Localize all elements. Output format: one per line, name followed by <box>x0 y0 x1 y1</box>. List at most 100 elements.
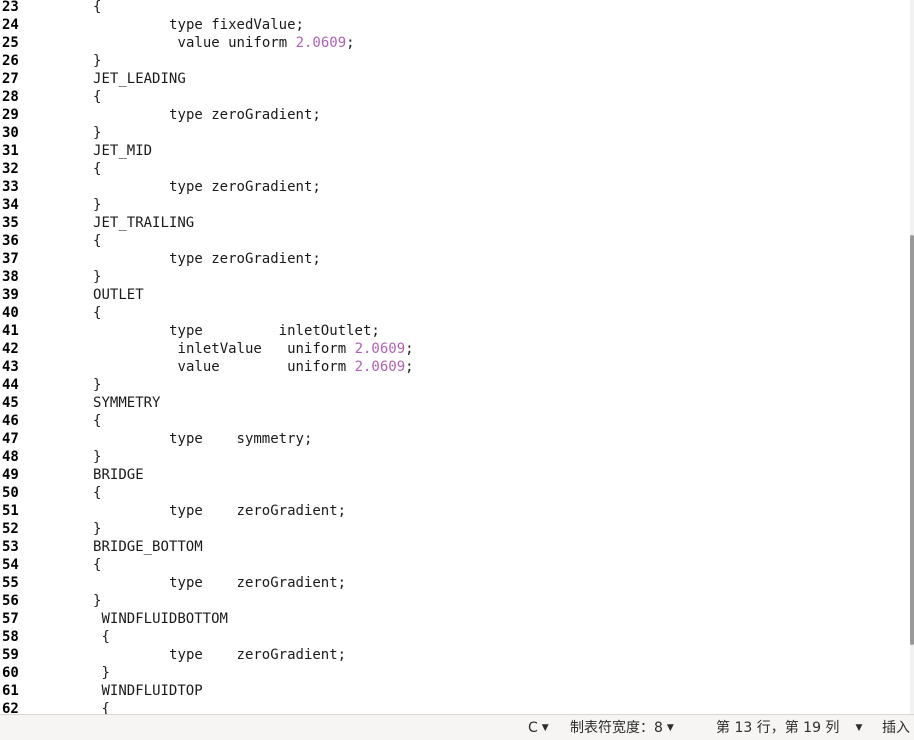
code-line[interactable]: 54 { <box>0 556 910 574</box>
line-number: 61 <box>2 683 19 699</box>
code-token: value uniform <box>177 359 355 375</box>
code-token: { <box>101 701 110 714</box>
code-line[interactable]: 23 { <box>0 0 910 16</box>
code-line[interactable]: 48} <box>0 448 910 466</box>
code-line[interactable]: 28 { <box>0 88 910 106</box>
code-line[interactable]: 55 type zeroGradient; <box>0 574 910 592</box>
code-token: } <box>93 197 102 213</box>
code-token: ; <box>405 359 414 375</box>
code-line[interactable]: 59 type zeroGradient; <box>0 646 910 664</box>
line-number: 44 <box>2 377 19 393</box>
code-text: } <box>93 520 101 538</box>
line-number: 42 <box>2 341 19 357</box>
code-line[interactable]: 27 JET_LEADING <box>0 70 910 88</box>
line-number: 28 <box>2 89 19 105</box>
code-line[interactable]: 50 { <box>0 484 910 502</box>
code-line[interactable]: 24 type fixedValue; <box>0 16 910 34</box>
code-text: BRIDGE <box>93 466 144 484</box>
line-number: 51 <box>2 503 19 519</box>
numeric-literal: 2.0609 <box>354 341 406 357</box>
line-number: 35 <box>2 215 19 231</box>
code-line[interactable]: 46 { <box>0 412 910 430</box>
code-line[interactable]: 32 { <box>0 160 910 178</box>
line-number: 57 <box>2 611 19 627</box>
code-line[interactable]: 57 WINDFLUIDBOTTOM <box>0 610 910 628</box>
code-token: type zeroGradient; <box>169 647 347 663</box>
code-line[interactable]: 38} <box>0 268 910 286</box>
code-line[interactable]: 34} <box>0 196 910 214</box>
line-number: 36 <box>2 233 19 249</box>
code-text: } <box>93 52 101 70</box>
line-number: 40 <box>2 305 19 321</box>
code-token: value uniform <box>177 35 296 51</box>
scrollbar-thumb[interactable] <box>910 235 914 645</box>
code-token: ; <box>346 35 355 51</box>
code-line[interactable]: 31 JET_MID <box>0 142 910 160</box>
line-number: 41 <box>2 323 19 339</box>
code-text: { <box>93 160 101 178</box>
code-line[interactable]: 41 type inletOutlet; <box>0 322 910 340</box>
line-number: 27 <box>2 71 19 87</box>
code-token: { <box>101 629 110 645</box>
code-text: type symmetry; <box>169 430 312 448</box>
line-number: 62 <box>2 701 19 714</box>
cursor-position-label: 第 13 行，第 19 列 <box>716 720 840 736</box>
code-text: type zeroGradient; <box>169 250 321 268</box>
cursor-position-selector[interactable]: 第 13 行，第 19 列 ▼ <box>716 719 862 737</box>
code-line[interactable]: 53 BRIDGE_BOTTOM <box>0 538 910 556</box>
insert-mode-indicator[interactable]: 插入 <box>882 719 910 737</box>
code-text: { <box>93 232 101 250</box>
code-text: WINDFLUIDBOTTOM <box>102 610 228 628</box>
line-number: 30 <box>2 125 19 141</box>
code-text: { <box>93 556 101 574</box>
code-line[interactable]: 52} <box>0 520 910 538</box>
code-text: } <box>102 664 110 682</box>
code-line[interactable]: 37 type zeroGradient; <box>0 250 910 268</box>
code-line[interactable]: 47 type symmetry; <box>0 430 910 448</box>
code-line[interactable]: 51 type zeroGradient; <box>0 502 910 520</box>
line-number: 55 <box>2 575 19 591</box>
code-token: { <box>93 161 102 177</box>
numeric-literal: 2.0609 <box>354 359 406 375</box>
code-line[interactable]: 42 inletValue uniform 2.0609; <box>0 340 910 358</box>
code-line[interactable]: 35 JET_TRAILING <box>0 214 910 232</box>
code-text: { <box>93 484 101 502</box>
code-token: JET_MID <box>93 143 153 159</box>
code-text: WINDFLUIDTOP <box>102 682 203 700</box>
code-token: type zeroGradient; <box>169 575 347 591</box>
vertical-scrollbar[interactable] <box>910 0 914 714</box>
code-token: BRIDGE_BOTTOM <box>93 539 203 555</box>
numeric-literal: 2.0609 <box>295 35 347 51</box>
tab-width-selector[interactable]: 制表符宽度：8 ▼ <box>570 719 674 737</box>
code-line[interactable]: 29 type zeroGradient; <box>0 106 910 124</box>
code-line[interactable]: 62 { <box>0 700 910 714</box>
code-line[interactable]: 33 type zeroGradient; <box>0 178 910 196</box>
code-line[interactable]: 39 OUTLET <box>0 286 910 304</box>
code-line[interactable]: 26} <box>0 52 910 70</box>
code-line[interactable]: 44} <box>0 376 910 394</box>
line-number: 23 <box>2 0 19 15</box>
code-text: OUTLET <box>93 286 144 304</box>
chevron-down-icon: ▼ <box>666 723 674 733</box>
code-line[interactable]: 36 { <box>0 232 910 250</box>
code-line[interactable]: 45 SYMMETRY <box>0 394 910 412</box>
code-editor[interactable]: 23 {24 type fixedValue; 25 value uniform 2.0… <box>0 0 910 714</box>
line-number: 46 <box>2 413 19 429</box>
code-line[interactable]: 58 { <box>0 628 910 646</box>
code-line[interactable]: 25 value uniform 2.0609; <box>0 34 910 52</box>
code-token: OUTLET <box>93 287 144 303</box>
language-selector[interactable]: C ▼ <box>528 719 549 737</box>
line-number: 47 <box>2 431 19 447</box>
code-line[interactable]: 30} <box>0 124 910 142</box>
code-text: JET_LEADING <box>93 70 186 88</box>
code-line[interactable]: 43 value uniform 2.0609; <box>0 358 910 376</box>
code-line[interactable]: 60} <box>0 664 910 682</box>
line-number: 43 <box>2 359 19 375</box>
code-line[interactable]: 61 WINDFLUIDTOP <box>0 682 910 700</box>
code-line[interactable]: 56} <box>0 592 910 610</box>
code-token: type zeroGradient; <box>169 503 347 519</box>
code-line[interactable]: 49 BRIDGE <box>0 466 910 484</box>
code-token: type zeroGradient; <box>169 251 321 267</box>
code-line[interactable]: 40 { <box>0 304 910 322</box>
code-text: { <box>93 304 101 322</box>
